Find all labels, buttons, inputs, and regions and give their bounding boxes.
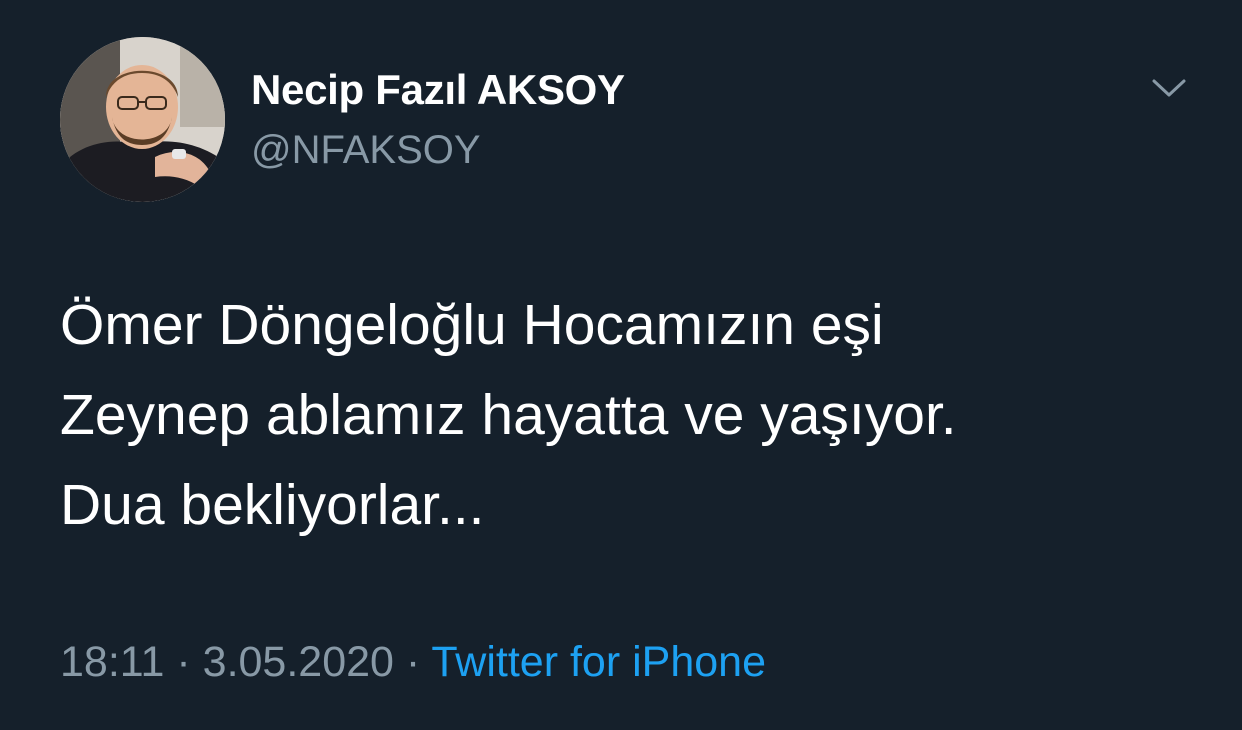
tweet-text-line: Dua bekliyorlar... <box>60 473 485 537</box>
avatar[interactable] <box>60 37 225 202</box>
author-display-name[interactable]: Necip Fazıl AKSOY <box>251 66 625 114</box>
tweet-date[interactable]: 3.05.2020 <box>203 638 394 686</box>
author-handle[interactable]: @NFAKSOY <box>251 128 481 173</box>
avatar-photo <box>60 37 225 202</box>
meta-separator: · <box>405 638 421 686</box>
tweet-text-line: Zeynep ablamız hayatta ve yaşıyor. <box>60 383 957 447</box>
tweet-card: Necip Fazıl AKSOY @NFAKSOY Ömer Döngeloğ… <box>0 0 1242 730</box>
meta-separator: · <box>176 638 191 686</box>
tweet-source-link[interactable]: Twitter for iPhone <box>431 638 766 686</box>
tweet-time[interactable]: 18:11 <box>60 638 164 686</box>
tweet-text: Ömer Döngeloğlu Hocamızın eşi Zeynep abl… <box>60 280 1190 550</box>
tweet-meta: 18:11 · 3.05.2020 · Twitter for iPhone <box>60 638 766 687</box>
tweet-text-line: Ömer Döngeloğlu Hocamızın eşi <box>60 293 884 357</box>
chevron-down-icon[interactable] <box>1148 72 1190 104</box>
